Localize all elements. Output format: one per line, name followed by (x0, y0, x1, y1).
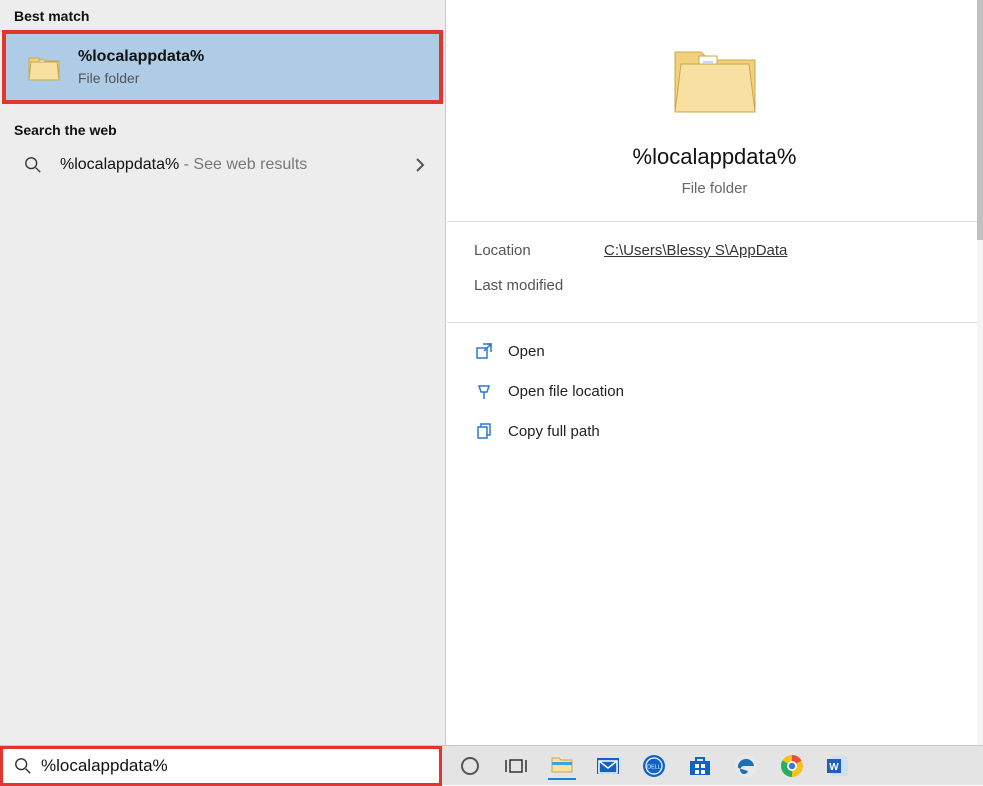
open-file-location-action[interactable]: Open file location (456, 371, 973, 411)
search-input[interactable] (41, 756, 431, 776)
web-result-text: %localappdata% - See web results (60, 156, 415, 174)
word-icon[interactable]: W (824, 752, 852, 780)
preview-subtitle: File folder (682, 180, 748, 197)
preview-title: %localappdata% (633, 144, 797, 170)
location-label: Location (474, 242, 604, 259)
search-icon (22, 154, 44, 176)
open-action[interactable]: Open (456, 331, 973, 371)
search-box[interactable] (0, 746, 442, 786)
chrome-icon[interactable] (778, 752, 806, 780)
details-block: Location C:\Users\Blessy S\AppData Last … (446, 222, 983, 322)
svg-text:W: W (829, 762, 839, 773)
pin-location-icon (474, 381, 494, 401)
web-term: %localappdata% (60, 156, 179, 173)
location-link[interactable]: C:\Users\Blessy S\AppData (604, 242, 787, 259)
edge-legacy-icon[interactable] (732, 752, 760, 780)
best-match-subtitle: File folder (78, 70, 204, 86)
search-web-item[interactable]: %localappdata% - See web results (0, 144, 445, 186)
cortana-icon[interactable] (456, 752, 484, 780)
copy-full-path-action[interactable]: Copy full path (456, 411, 973, 451)
preview-header: %localappdata% File folder (446, 0, 983, 221)
open-icon (474, 341, 494, 361)
store-icon[interactable] (686, 752, 714, 780)
last-modified-label: Last modified (474, 277, 604, 294)
copy-path-label: Copy full path (508, 423, 600, 440)
scrollbar[interactable] (977, 0, 983, 745)
open-label: Open (508, 343, 545, 360)
search-web-section-label: Search the web (0, 114, 445, 144)
search-icon (13, 756, 33, 776)
chevron-right-icon (415, 158, 425, 172)
open-location-label: Open file location (508, 383, 624, 400)
folder-large-icon (667, 30, 763, 126)
best-match-section-label: Best match (0, 0, 445, 30)
folder-icon (26, 49, 62, 85)
taskbar: DELL W (0, 745, 983, 785)
copy-icon (474, 421, 494, 441)
mail-icon[interactable] (594, 752, 622, 780)
best-match-item[interactable]: %localappdata% File folder (2, 30, 443, 104)
svg-text:DELL: DELL (647, 764, 661, 770)
best-match-title: %localappdata% (78, 48, 204, 66)
file-explorer-icon[interactable] (548, 752, 576, 780)
web-hint: - See web results (179, 156, 307, 173)
preview-pane: %localappdata% File folder Location C:\U… (446, 0, 983, 745)
search-results-pane: Best match %localappdata% File folder Se… (0, 0, 446, 745)
dell-icon[interactable]: DELL (640, 752, 668, 780)
task-view-icon[interactable] (502, 752, 530, 780)
actions-block: Open Open file location Copy full path (446, 323, 983, 459)
